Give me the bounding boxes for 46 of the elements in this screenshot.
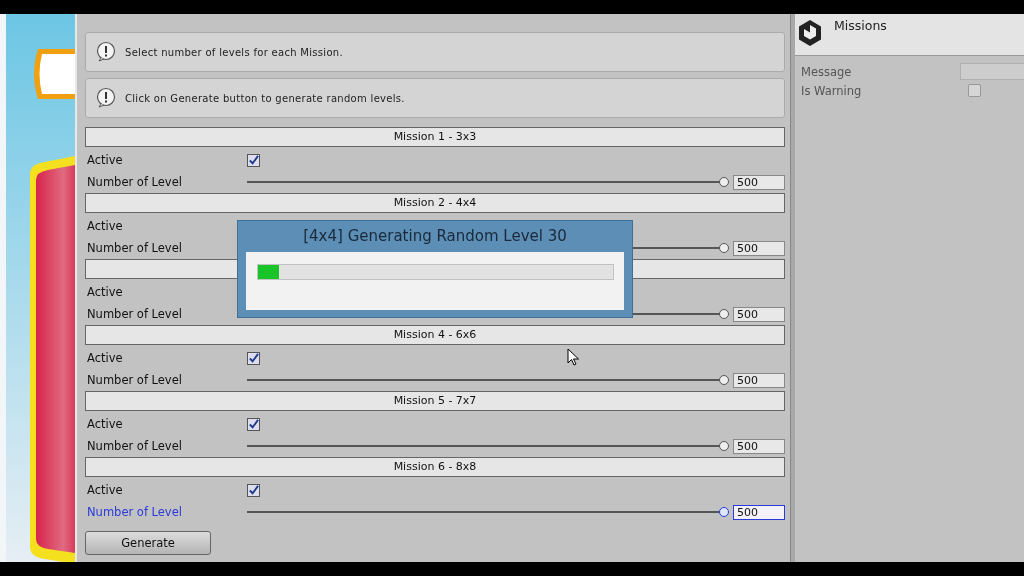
- active-label: Active: [86, 153, 124, 167]
- number-of-level-label: Number of Level: [86, 307, 183, 321]
- cursor-icon: [567, 348, 579, 366]
- level-count-field[interactable]: 500: [733, 240, 785, 256]
- number-of-level-label: Number of Level: [86, 439, 183, 453]
- level-count-field[interactable]: 500: [733, 504, 785, 520]
- active-label: Active: [86, 483, 124, 497]
- mission-header[interactable]: Mission 4 - 6x6: [85, 325, 785, 345]
- active-label: Active: [86, 351, 124, 365]
- active-label: Active: [86, 219, 124, 233]
- generate-button[interactable]: Generate: [85, 531, 211, 555]
- field-label: Message: [801, 64, 853, 79]
- level-count-field[interactable]: 500: [733, 174, 785, 190]
- slider-thumb[interactable]: [719, 243, 730, 253]
- active-checkbox[interactable]: [247, 483, 260, 497]
- active-label: Active: [86, 285, 124, 299]
- active-checkbox[interactable]: [247, 417, 260, 431]
- mission-header[interactable]: Mission 2 - 4x4: [85, 193, 785, 213]
- number-of-level-label: Number of Level: [86, 505, 183, 519]
- number-of-level-label: Number of Level: [86, 373, 183, 387]
- mission-header[interactable]: Mission 6 - 8x8: [85, 457, 785, 477]
- active-checkbox[interactable]: [247, 351, 260, 365]
- mission-header[interactable]: Mission 1 - 3x3: [85, 127, 785, 147]
- slider-thumb[interactable]: [719, 375, 730, 385]
- slider-thumb[interactable]: [719, 309, 730, 319]
- warning-checkbox[interactable]: [968, 84, 981, 97]
- inspector-title: Missions: [834, 18, 887, 33]
- number-of-level-label: Number of Level: [86, 241, 183, 255]
- level-count-field[interactable]: 500: [733, 372, 785, 388]
- slider-thumb[interactable]: [719, 441, 730, 451]
- help-text: Click on Generate button to generate random levels.: [125, 92, 405, 104]
- slider-thumb[interactable]: [719, 177, 730, 187]
- active-label: Active: [86, 417, 124, 431]
- help-text: Select number of levels for each Mission.: [125, 46, 343, 58]
- cube-logo-icon: [798, 18, 822, 48]
- number-of-level-label: Number of Level: [86, 175, 183, 189]
- mission-header[interactable]: Mission 5 - 7x7: [85, 391, 785, 411]
- warning-icon: [95, 41, 117, 63]
- slider-thumb[interactable]: [719, 507, 730, 517]
- warning-icon: [95, 87, 117, 109]
- level-count-field[interactable]: 500: [733, 438, 785, 454]
- active-checkbox[interactable]: [247, 153, 260, 167]
- dialog-title: [4x4] Generating Random Level 30: [302, 226, 568, 247]
- field-label: Is Warning: [801, 83, 863, 98]
- level-count-field[interactable]: 500: [733, 306, 785, 322]
- message-field[interactable]: [960, 63, 1024, 80]
